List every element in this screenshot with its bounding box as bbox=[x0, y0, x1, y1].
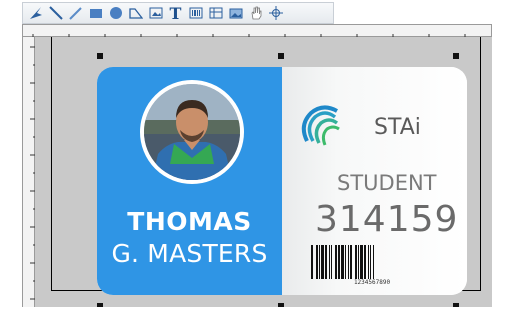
organization-logo-icon[interactable] bbox=[297, 101, 345, 149]
barcode-bar bbox=[311, 245, 313, 279]
barcode-number: 1234567890 bbox=[353, 279, 391, 286]
barcode-bar bbox=[345, 245, 346, 279]
select-arrow-icon[interactable] bbox=[27, 4, 44, 22]
pen-icon[interactable] bbox=[67, 4, 84, 22]
barcode-bar bbox=[348, 245, 349, 279]
first-name-text[interactable]: THOMAS bbox=[97, 207, 282, 236]
organization-name[interactable]: STAi bbox=[374, 115, 421, 140]
barcode-bar bbox=[329, 245, 330, 279]
barcode-bar bbox=[364, 245, 366, 279]
profile-photo[interactable] bbox=[140, 80, 244, 184]
selection-handle-bottom-left[interactable] bbox=[97, 303, 103, 307]
picture-icon[interactable] bbox=[227, 4, 244, 22]
barcode-bar bbox=[316, 245, 318, 279]
barcode-bar bbox=[355, 245, 357, 279]
barcode-bar bbox=[370, 245, 371, 279]
selection-handle-top-right[interactable] bbox=[453, 53, 459, 59]
vertical-ruler[interactable] bbox=[22, 37, 36, 307]
zoom-crosshair-icon[interactable] bbox=[267, 4, 284, 22]
selection-handle-top-left[interactable] bbox=[97, 53, 103, 59]
barcode-bar bbox=[358, 245, 359, 279]
barcode[interactable] bbox=[309, 245, 435, 279]
selection-handle-bottom-right[interactable] bbox=[453, 303, 459, 307]
barcode-bar bbox=[338, 245, 340, 279]
barcode-bar bbox=[335, 245, 337, 279]
last-name-text[interactable]: G. MASTERS bbox=[97, 239, 282, 268]
id-number-text[interactable]: 314159 bbox=[315, 199, 458, 240]
database-icon[interactable] bbox=[207, 4, 224, 22]
barcode-bar bbox=[319, 245, 320, 279]
card-designer-app: T THOMAS G. MASTERS STAi STUDENT 314159 … bbox=[0, 0, 525, 318]
rectangle-icon[interactable] bbox=[87, 4, 104, 22]
drawing-toolbar: T bbox=[22, 2, 334, 24]
id-card[interactable]: THOMAS G. MASTERS STAi STUDENT 314159 12… bbox=[97, 67, 467, 295]
text-icon[interactable]: T bbox=[167, 4, 184, 23]
selection-handle-bottom-center[interactable] bbox=[278, 303, 284, 307]
barcode-bar bbox=[373, 245, 374, 279]
barcode-bar bbox=[341, 245, 344, 279]
ellipse-icon[interactable] bbox=[107, 4, 124, 22]
role-text[interactable]: STUDENT bbox=[337, 171, 437, 195]
barcode-icon[interactable] bbox=[187, 4, 204, 22]
barcode-bar bbox=[360, 245, 363, 279]
barcode-bar bbox=[325, 245, 327, 279]
horizontal-ruler[interactable] bbox=[22, 24, 492, 40]
polygon-icon[interactable] bbox=[127, 4, 144, 22]
hand-pan-icon[interactable] bbox=[247, 4, 264, 22]
barcode-bar bbox=[331, 245, 332, 279]
image-icon[interactable] bbox=[147, 4, 164, 22]
line-icon[interactable] bbox=[47, 4, 64, 22]
selection-handle-top-center[interactable] bbox=[278, 53, 284, 59]
barcode-bar bbox=[368, 245, 369, 279]
barcode-bar bbox=[321, 245, 324, 279]
design-canvas[interactable]: THOMAS G. MASTERS STAi STUDENT 314159 12… bbox=[35, 37, 492, 307]
barcode-bar bbox=[350, 245, 352, 279]
